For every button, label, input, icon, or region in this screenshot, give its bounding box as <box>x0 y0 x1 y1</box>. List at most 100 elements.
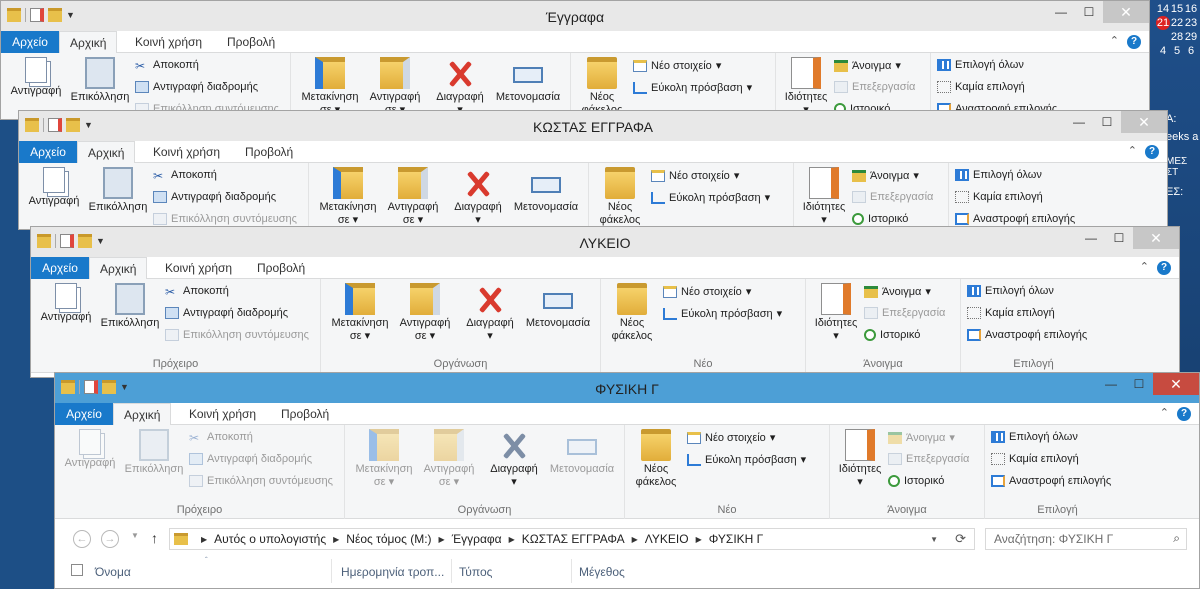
title-bar[interactable]: ▼ Έγγραφα — ☐ ✕ <box>1 1 1149 31</box>
open-button[interactable]: Άνοιγμα ▾ <box>834 59 901 72</box>
copy-path-button[interactable]: Αντιγραφή διαδρομής <box>165 307 288 319</box>
select-none-button[interactable]: Καμία επιλογή <box>955 191 1043 203</box>
close-button[interactable]: ✕ <box>1103 1 1149 23</box>
tab-share[interactable]: Κοινή χρήση <box>179 403 266 425</box>
back-arrow-icon[interactable]: ← <box>73 530 91 548</box>
up-arrow-icon[interactable]: ↑ <box>151 530 158 546</box>
search-icon[interactable]: ⌕ <box>1173 531 1180 546</box>
address-history-chevron-icon[interactable]: ▼ <box>930 535 938 544</box>
invert-selection-button[interactable]: Αναστροφή επιλογής <box>991 475 1111 487</box>
paste-shortcut-button[interactable]: Επικόλληση συντόμευσης <box>153 213 297 225</box>
rename-button[interactable]: Μετονομασία <box>509 167 583 214</box>
cut-button[interactable]: ✂ Αποκοπή <box>135 59 199 73</box>
explorer-window-kostas[interactable]: ▼ ΚΩΣΤΑΣ ΕΓΓΡΑΦΑ — ☐ ✕ Αρχείο Αρχική Κοι… <box>18 110 1168 230</box>
easy-access-button[interactable]: Εύκολη πρόσβαση ▾ <box>633 81 752 94</box>
cut-button[interactable]: ✂ Αποκοπή <box>165 285 229 299</box>
minimize-button[interactable]: — <box>1047 1 1075 23</box>
new-item-button[interactable]: Νέο στοιχείο ▾ <box>651 169 739 182</box>
select-none-button[interactable]: Καμία επιλογή <box>967 307 1055 319</box>
edit-button[interactable]: Επεξεργασία <box>888 453 969 465</box>
edit-button[interactable]: Επεξεργασία <box>864 307 945 319</box>
easy-access-button[interactable]: Εύκολη πρόσβαση ▾ <box>651 191 770 204</box>
explorer-window-documents[interactable]: ▼ Έγγραφα — ☐ ✕ Αρχείο Αρχική Κοινή χρήσ… <box>0 0 1150 120</box>
maximize-button[interactable]: ☐ <box>1093 111 1121 133</box>
minimize-button[interactable]: — <box>1065 111 1093 133</box>
properties-button[interactable]: Ιδιότητες ▾ <box>832 429 888 489</box>
tab-home[interactable]: Αρχική <box>59 31 118 54</box>
title-bar[interactable]: ▼ ΦΥΣΙΚΗ Γ — ☐ ✕ <box>55 373 1199 403</box>
properties-button[interactable]: Ιδιότητες ▾ <box>796 167 852 227</box>
paste-shortcut-button[interactable]: Επικόλληση συντόμευσης <box>189 475 333 487</box>
title-bar[interactable]: ▼ ΚΩΣΤΑΣ ΕΓΓΡΑΦΑ — ☐ ✕ <box>19 111 1167 141</box>
delete-button[interactable]: Διαγραφή ▾ <box>429 57 491 117</box>
close-button[interactable]: ✕ <box>1133 227 1179 249</box>
minimize-button[interactable]: — <box>1077 227 1105 249</box>
delete-button[interactable]: Διαγραφή ▾ <box>483 429 545 489</box>
breadcrumb-item[interactable]: ΚΩΣΤΑΣ ΕΓΓΡΑΦΑ <box>522 532 625 546</box>
delete-button[interactable]: Διαγραφή ▾ <box>459 283 521 343</box>
maximize-button[interactable]: ☐ <box>1075 1 1103 23</box>
copy-button[interactable]: Αντιγραφή <box>59 429 121 470</box>
move-to-button[interactable]: Μετακίνηση σε ▾ <box>295 57 365 117</box>
breadcrumb[interactable]: ▶ Αυτός ο υπολογιστής ▶ Νέος τόμος (M:) ▶ Έ… <box>169 528 975 550</box>
maximize-button[interactable]: ☐ <box>1105 227 1133 249</box>
copy-button[interactable]: Αντιγραφή <box>35 283 97 324</box>
breadcrumb-item[interactable]: ΛΥΚΕΙΟ <box>645 532 689 546</box>
select-all-button[interactable]: Επιλογή όλων <box>991 431 1078 443</box>
explorer-window-fysiki[interactable]: ▼ ΦΥΣΙΚΗ Γ — ☐ ✕ Αρχείο Αρχική Κοινή χρή… <box>54 372 1200 589</box>
edit-button[interactable]: Επεξεργασία <box>834 81 915 93</box>
cut-button[interactable]: ✂ Αποκοπή <box>153 169 217 183</box>
paste-button[interactable]: Επικόλληση <box>69 57 131 104</box>
tab-share[interactable]: Κοινή χρήση <box>155 257 242 279</box>
new-folder-button[interactable]: Νέος φάκελος <box>593 167 647 227</box>
recent-locations-chevron-icon[interactable]: ▼ <box>131 531 139 540</box>
tab-view[interactable]: Προβολή <box>235 141 303 163</box>
new-item-button[interactable]: Νέο στοιχείο ▾ <box>687 431 775 444</box>
open-button[interactable]: Άνοιγμα ▾ <box>852 169 919 182</box>
breadcrumb-item[interactable]: ΦΥΣΙΚΗ Γ <box>709 532 764 546</box>
ribbon-collapse-chevron-icon[interactable]: ⌃ <box>1160 406 1169 419</box>
properties-button[interactable]: Ιδιότητες ▾ <box>808 283 864 343</box>
select-all-button[interactable]: Επιλογή όλων <box>937 59 1024 71</box>
copy-path-button[interactable]: Αντιγραφή διαδρομής <box>153 191 276 203</box>
column-date-modified[interactable]: Ημερομηνία τροπ... <box>341 565 444 579</box>
tab-home[interactable]: Αρχική <box>77 141 136 164</box>
forward-arrow-icon[interactable]: → <box>101 530 119 548</box>
breadcrumb-item[interactable]: Νέος τόμος (M:) <box>346 532 431 546</box>
copy-to-button[interactable]: Αντιγραφή σε ▾ <box>417 429 481 489</box>
invert-selection-button[interactable]: Αναστροφή επιλογής <box>967 329 1087 341</box>
open-button[interactable]: Άνοιγμα ▾ <box>888 431 955 444</box>
column-type[interactable]: Τύπος <box>459 565 492 579</box>
properties-button[interactable]: Ιδιότητες ▾ <box>778 57 834 117</box>
search-input[interactable]: Αναζήτηση: ΦΥΣΙΚΗ Γ ⌕ <box>985 528 1187 550</box>
minimize-button[interactable]: — <box>1097 373 1125 395</box>
tab-home[interactable]: Αρχική <box>113 403 172 426</box>
help-icon[interactable]: ? <box>1127 35 1141 49</box>
new-folder-button[interactable]: Νέος φάκελος <box>605 283 659 343</box>
help-icon[interactable]: ? <box>1145 145 1159 159</box>
select-all-button[interactable]: Επιλογή όλων <box>967 285 1054 297</box>
easy-access-button[interactable]: Εύκολη πρόσβαση ▾ <box>663 307 782 320</box>
tab-view[interactable]: Προβολή <box>217 31 285 53</box>
tab-view[interactable]: Προβολή <box>247 257 315 279</box>
select-none-button[interactable]: Καμία επιλογή <box>937 81 1025 93</box>
close-button[interactable]: ✕ <box>1153 373 1199 395</box>
new-item-button[interactable]: Νέο στοιχείο ▾ <box>663 285 751 298</box>
copy-to-button[interactable]: Αντιγραφή σε ▾ <box>381 167 445 227</box>
refresh-icon[interactable]: ⟳ <box>955 531 966 547</box>
tab-share[interactable]: Κοινή χρήση <box>143 141 230 163</box>
cut-button[interactable]: ✂ Αποκοπή <box>189 431 253 445</box>
select-all-checkbox[interactable] <box>71 564 83 576</box>
rename-button[interactable]: Μετονομασία <box>491 57 565 104</box>
open-button[interactable]: Άνοιγμα ▾ <box>864 285 931 298</box>
copy-to-button[interactable]: Αντιγραφή σε ▾ <box>363 57 427 117</box>
ribbon-collapse-chevron-icon[interactable]: ⌃ <box>1110 34 1119 47</box>
paste-button[interactable]: Επικόλληση <box>123 429 185 476</box>
column-divider[interactable] <box>451 559 452 583</box>
paste-button[interactable]: Επικόλληση <box>99 283 161 330</box>
column-name[interactable]: Όνομα <box>95 565 131 579</box>
help-icon[interactable]: ? <box>1177 407 1191 421</box>
history-button[interactable]: Ιστορικό <box>852 213 908 225</box>
delete-button[interactable]: Διαγραφή ▾ <box>447 167 509 227</box>
explorer-window-lykeio[interactable]: ▼ ΛΥΚΕΙΟ — ☐ ✕ Αρχείο Αρχική Κοινή χρήση… <box>30 226 1180 378</box>
